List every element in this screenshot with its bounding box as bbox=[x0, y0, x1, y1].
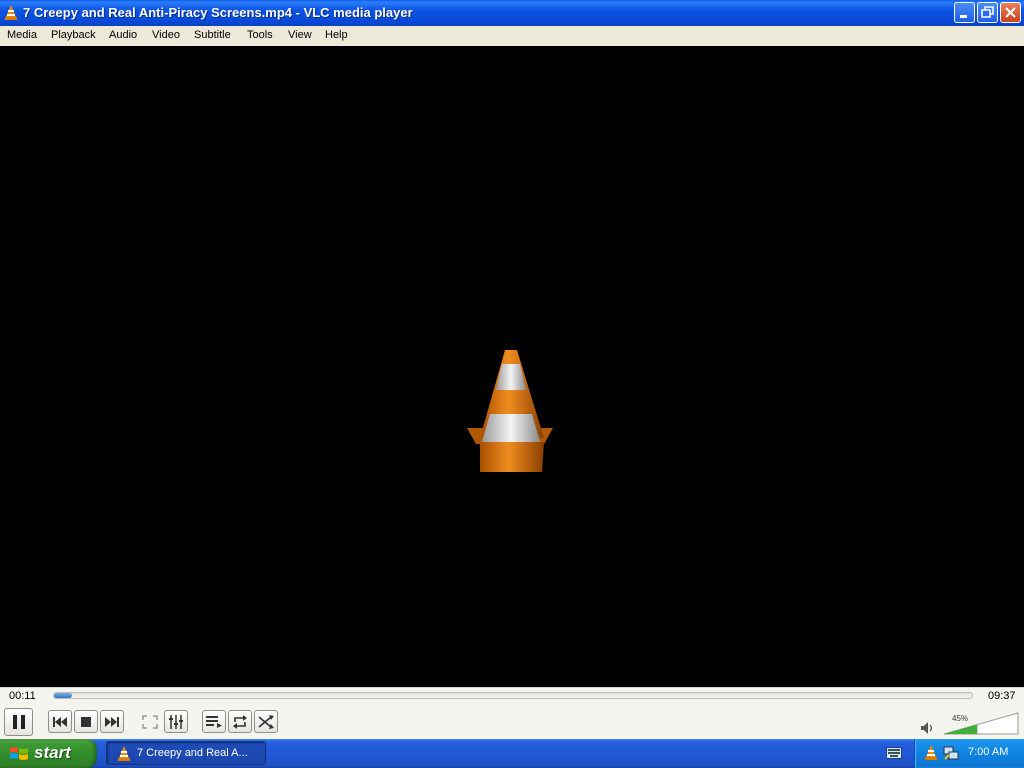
close-icon bbox=[1005, 7, 1016, 18]
loop-button[interactable] bbox=[228, 710, 252, 733]
window-title: 7 Creepy and Real Anti-Piracy Screens.mp… bbox=[23, 5, 413, 20]
close-button[interactable] bbox=[1000, 2, 1021, 23]
restore-button[interactable] bbox=[977, 2, 998, 23]
video-area[interactable] bbox=[0, 46, 1024, 687]
menu-media[interactable]: Media bbox=[7, 29, 37, 41]
network-icon[interactable] bbox=[943, 745, 959, 761]
speaker-icon[interactable] bbox=[921, 722, 935, 734]
stop-button[interactable] bbox=[74, 710, 98, 733]
previous-button[interactable] bbox=[48, 710, 72, 733]
seek-bar[interactable] bbox=[53, 692, 973, 699]
extended-settings-button[interactable] bbox=[164, 710, 188, 733]
windows-flag-icon bbox=[10, 747, 28, 760]
pause-icon bbox=[12, 715, 25, 729]
extended-settings-icon bbox=[169, 714, 183, 729]
next-button[interactable] bbox=[100, 710, 124, 733]
vlc-cone-logo bbox=[467, 350, 553, 472]
taskbar-vlc-label: 7 Creepy and Real A... bbox=[137, 747, 248, 759]
title-bar[interactable]: 7 Creepy and Real Anti-Piracy Screens.mp… bbox=[0, 0, 1024, 26]
menu-video[interactable]: Video bbox=[152, 29, 180, 41]
previous-icon bbox=[53, 716, 67, 727]
control-panel: 00:11 09:37 45% bbox=[0, 687, 1024, 739]
next-icon bbox=[105, 716, 119, 727]
menu-playback[interactable]: Playback bbox=[51, 29, 96, 41]
minimize-icon bbox=[960, 15, 967, 18]
volume-slider[interactable] bbox=[944, 712, 1020, 736]
shuffle-button[interactable] bbox=[254, 710, 278, 733]
menu-view[interactable]: View bbox=[288, 29, 312, 41]
fullscreen-icon bbox=[142, 714, 158, 729]
pause-button[interactable] bbox=[4, 708, 33, 736]
total-time: 09:37 bbox=[988, 690, 1016, 702]
elapsed-time: 00:11 bbox=[9, 690, 36, 702]
vlc-cone-icon bbox=[5, 5, 17, 20]
menu-help[interactable]: Help bbox=[325, 29, 348, 41]
minimize-button[interactable] bbox=[954, 2, 975, 23]
shuffle-icon bbox=[258, 714, 274, 729]
vlc-tray-icon[interactable] bbox=[924, 745, 938, 761]
keyboard-icon[interactable] bbox=[886, 747, 902, 759]
taskbar-vlc-button[interactable]: 7 Creepy and Real A... bbox=[106, 741, 266, 765]
menu-subtitle[interactable]: Subtitle bbox=[194, 29, 231, 41]
menu-tools[interactable]: Tools bbox=[247, 29, 273, 41]
fullscreen-button[interactable] bbox=[138, 710, 162, 733]
playlist-icon bbox=[206, 715, 222, 728]
vlc-cone-icon bbox=[118, 746, 130, 761]
stop-icon bbox=[81, 716, 91, 727]
taskbar: start 7 Creepy and Real A... 7:00 AM bbox=[0, 739, 1024, 768]
loop-icon bbox=[233, 714, 247, 729]
restore-icon bbox=[981, 6, 994, 18]
start-label: start bbox=[34, 743, 71, 762]
start-button[interactable]: start bbox=[0, 739, 97, 768]
menu-bar: Media Playback Audio Video Subtitle Tool… bbox=[0, 26, 1024, 46]
playlist-button[interactable] bbox=[202, 710, 226, 733]
clock: 7:00 AM bbox=[968, 746, 1009, 758]
seek-bar-progress bbox=[54, 693, 72, 698]
system-tray: 7:00 AM bbox=[914, 739, 1024, 768]
menu-audio[interactable]: Audio bbox=[109, 29, 137, 41]
